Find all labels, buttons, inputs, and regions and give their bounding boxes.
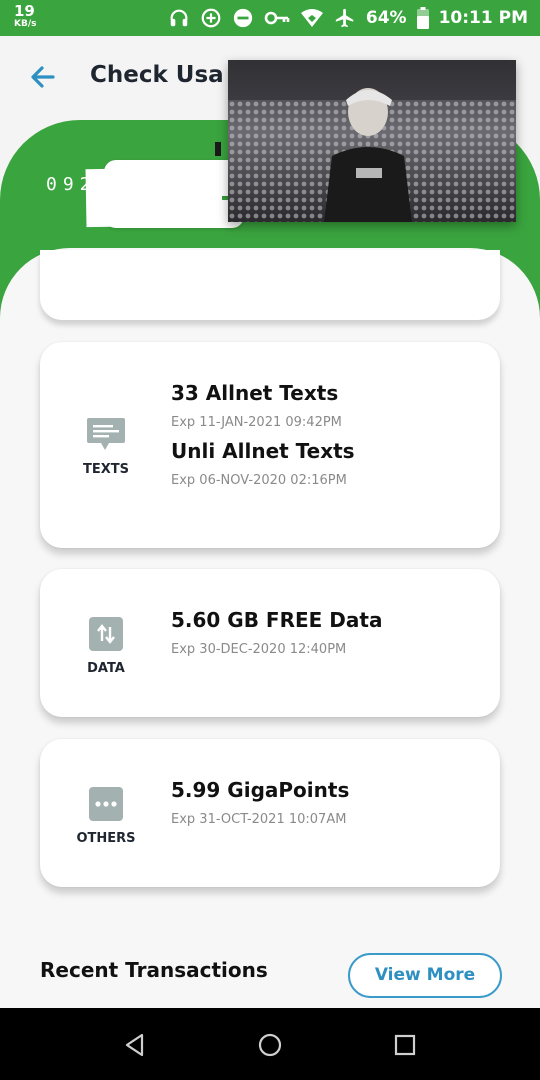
do-not-disturb-icon — [233, 8, 253, 28]
item-expiry: Exp 30-DEC-2020 12:40PM — [171, 642, 347, 657]
nav-back-icon[interactable] — [120, 1030, 150, 1060]
battery-icon — [416, 7, 429, 29]
category-label: TEXTS — [82, 462, 129, 477]
usage-card-partial — [40, 250, 500, 320]
wifi-icon — [300, 9, 323, 27]
vpn-key-icon — [264, 11, 290, 25]
status-bar: 19 KB/s 64% 10:11 PM — [0, 0, 540, 36]
airplane-icon — [335, 8, 354, 28]
clock: 10:11 PM — [438, 8, 528, 28]
redaction-mark — [85, 166, 223, 228]
category-others: OTHERS — [40, 787, 172, 846]
view-more-button[interactable]: View More — [348, 953, 502, 998]
data-transfer-icon — [89, 617, 123, 651]
system-nav-bar — [0, 1008, 540, 1080]
back-arrow-icon[interactable] — [28, 62, 58, 92]
item-title: 33 Allnet Texts — [171, 381, 339, 405]
category-label: OTHERS — [76, 831, 136, 846]
item-title: 5.99 GigaPoints — [171, 778, 350, 802]
message-icon — [87, 418, 125, 450]
video-frame — [228, 60, 516, 222]
video-thumbnail[interactable] — [228, 60, 516, 222]
battery-percent: 64% — [365, 8, 407, 28]
more-dots-icon — [89, 787, 123, 821]
item-expiry: Exp 06-NOV-2020 02:16PM — [171, 473, 347, 488]
usage-card-others: OTHERS 5.99 GigaPoints Exp 31-OCT-2021 1… — [40, 739, 500, 887]
item-expiry: Exp 11-JAN-2021 09:42PM — [171, 415, 342, 430]
page-title: Check Usa — [90, 62, 224, 88]
item-title: 5.60 GB FREE Data — [171, 608, 383, 632]
nav-recents-icon[interactable] — [390, 1030, 420, 1060]
usage-card-texts: TEXTS 33 Allnet Texts Exp 11-JAN-2021 09… — [40, 342, 500, 548]
category-data: DATA — [40, 617, 172, 676]
header-marker — [215, 142, 221, 156]
network-speed-value: 19 — [14, 2, 35, 20]
headphones-icon — [170, 9, 188, 27]
nav-home-icon[interactable] — [255, 1030, 285, 1060]
data-saver-icon — [201, 8, 221, 28]
item-title: Unli Allnet Texts — [171, 439, 355, 463]
category-texts: TEXTS — [40, 418, 172, 477]
category-label: DATA — [87, 661, 125, 676]
usage-card-data: DATA 5.60 GB FREE Data Exp 30-DEC-2020 1… — [40, 569, 500, 717]
network-speed-unit: KB/s — [14, 19, 37, 29]
network-speed: 19 KB/s — [14, 4, 36, 29]
recent-transactions-heading: Recent Transactions — [40, 958, 268, 982]
item-expiry: Exp 31-OCT-2021 10:07AM — [171, 812, 347, 827]
